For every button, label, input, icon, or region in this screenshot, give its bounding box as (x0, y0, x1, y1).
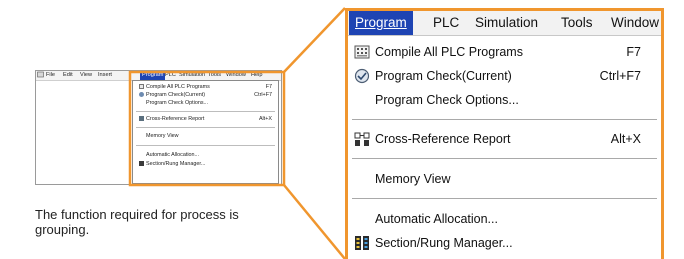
menu-simulation[interactable]: Simulation (475, 11, 538, 35)
menu-separator (352, 198, 657, 199)
menu-item-section-rung-manager[interactable]: Section/Rung Manager... (352, 232, 655, 254)
cross-reference-icon (354, 131, 370, 147)
thumbnail-menu-window[interactable]: Window (226, 71, 246, 80)
menu-item-memory-view[interactable]: Memory View (352, 168, 655, 190)
thumbnail-menu-view[interactable]: View (80, 71, 92, 80)
thumbnail-cross-reference-icon (139, 116, 144, 121)
thumbnail-program-dropdown: Compile All PLC Programs F7 Program Check… (132, 80, 279, 184)
menu-separator (352, 158, 657, 159)
menu-tools[interactable]: Tools (561, 11, 593, 35)
thumbnail-window: File Edit View Insert Program PLC Simula… (35, 70, 282, 185)
cross-reference-label: Cross-Reference Report (375, 132, 511, 146)
compile-all-label: Compile All PLC Programs (375, 45, 523, 59)
thumbnail-item-section-manager[interactable]: Section/Rung Manager... (139, 161, 274, 168)
section-manager-icon (354, 235, 370, 251)
thumbnail-item-automatic-allocation[interactable]: Automatic Allocation... (139, 152, 274, 159)
caption-text: The function required for process is gro… (35, 207, 239, 237)
thumbnail-menu-plc[interactable]: PLC (165, 71, 176, 80)
thumbnail-menu-insert[interactable]: Insert (98, 71, 112, 80)
menu-separator (352, 119, 657, 120)
cross-reference-shortcut: Alt+X (610, 132, 641, 146)
program-check-shortcut: Ctrl+F7 (599, 69, 641, 83)
thumbnail-menu-tools[interactable]: Tools (208, 71, 221, 80)
compile-icon (354, 44, 370, 60)
compile-all-shortcut: F7 (626, 45, 641, 59)
menu-item-program-check[interactable]: Program Check(Current) Ctrl+F7 (352, 65, 655, 87)
thumbnail-item-compile[interactable]: Compile All PLC Programs F7 (139, 84, 274, 91)
memory-view-label: Memory View (375, 172, 451, 186)
menu-item-cross-reference[interactable]: Cross-Reference Report Alt+X (352, 128, 655, 150)
thumbnail-program-check-icon (139, 92, 144, 97)
thumbnail-section-manager-icon (139, 161, 144, 166)
menu-item-automatic-allocation[interactable]: Automatic Allocation... (352, 208, 655, 230)
connector-bottom-line (283, 184, 346, 259)
menu-item-compile-all[interactable]: Compile All PLC Programs F7 (352, 41, 655, 63)
thumbnail-separator (136, 127, 275, 128)
check-options-label: Program Check Options... (375, 93, 519, 107)
program-dropdown: Compile All PLC Programs F7 Program Chec… (348, 36, 661, 259)
automatic-allocation-label: Automatic Allocation... (375, 212, 498, 226)
menu-window[interactable]: Window (611, 11, 659, 35)
menu-item-check-options[interactable]: Program Check Options... (352, 89, 655, 111)
thumbnail-item-cross-reference[interactable]: Cross-Reference Report Alt+X (139, 116, 274, 123)
thumbnail-item-memory-view[interactable]: Memory View (139, 133, 274, 140)
menubar: Program PLC Simulation Tools Window (348, 11, 661, 36)
thumbnail-menu-help[interactable]: Help (251, 71, 263, 80)
thumbnail-menu-program[interactable]: Program (140, 71, 166, 80)
section-rung-manager-label: Section/Rung Manager... (375, 236, 513, 250)
thumbnail-menu-simulation[interactable]: Simulation (179, 71, 205, 80)
thumbnail-item-program-check[interactable]: Program Check(Current) Ctrl+F7 (139, 92, 274, 99)
program-check-label: Program Check(Current) (375, 69, 512, 83)
thumbnail-compile-icon (139, 84, 144, 89)
thumbnail-menu-file[interactable]: File (46, 71, 55, 80)
menu-plc[interactable]: PLC (433, 11, 459, 35)
connector-top-line (283, 7, 346, 73)
thumbnail-app-icon (37, 71, 44, 82)
program-check-icon (354, 68, 370, 84)
menu-program[interactable]: Program (349, 11, 413, 35)
thumbnail-separator (136, 145, 275, 146)
thumbnail-item-check-options[interactable]: Program Check Options... (139, 100, 274, 107)
thumbnail-separator (136, 111, 275, 112)
zoomed-menu-panel: Program PLC Simulation Tools Window Comp… (345, 8, 664, 259)
thumbnail-menu-edit[interactable]: Edit (63, 71, 73, 80)
